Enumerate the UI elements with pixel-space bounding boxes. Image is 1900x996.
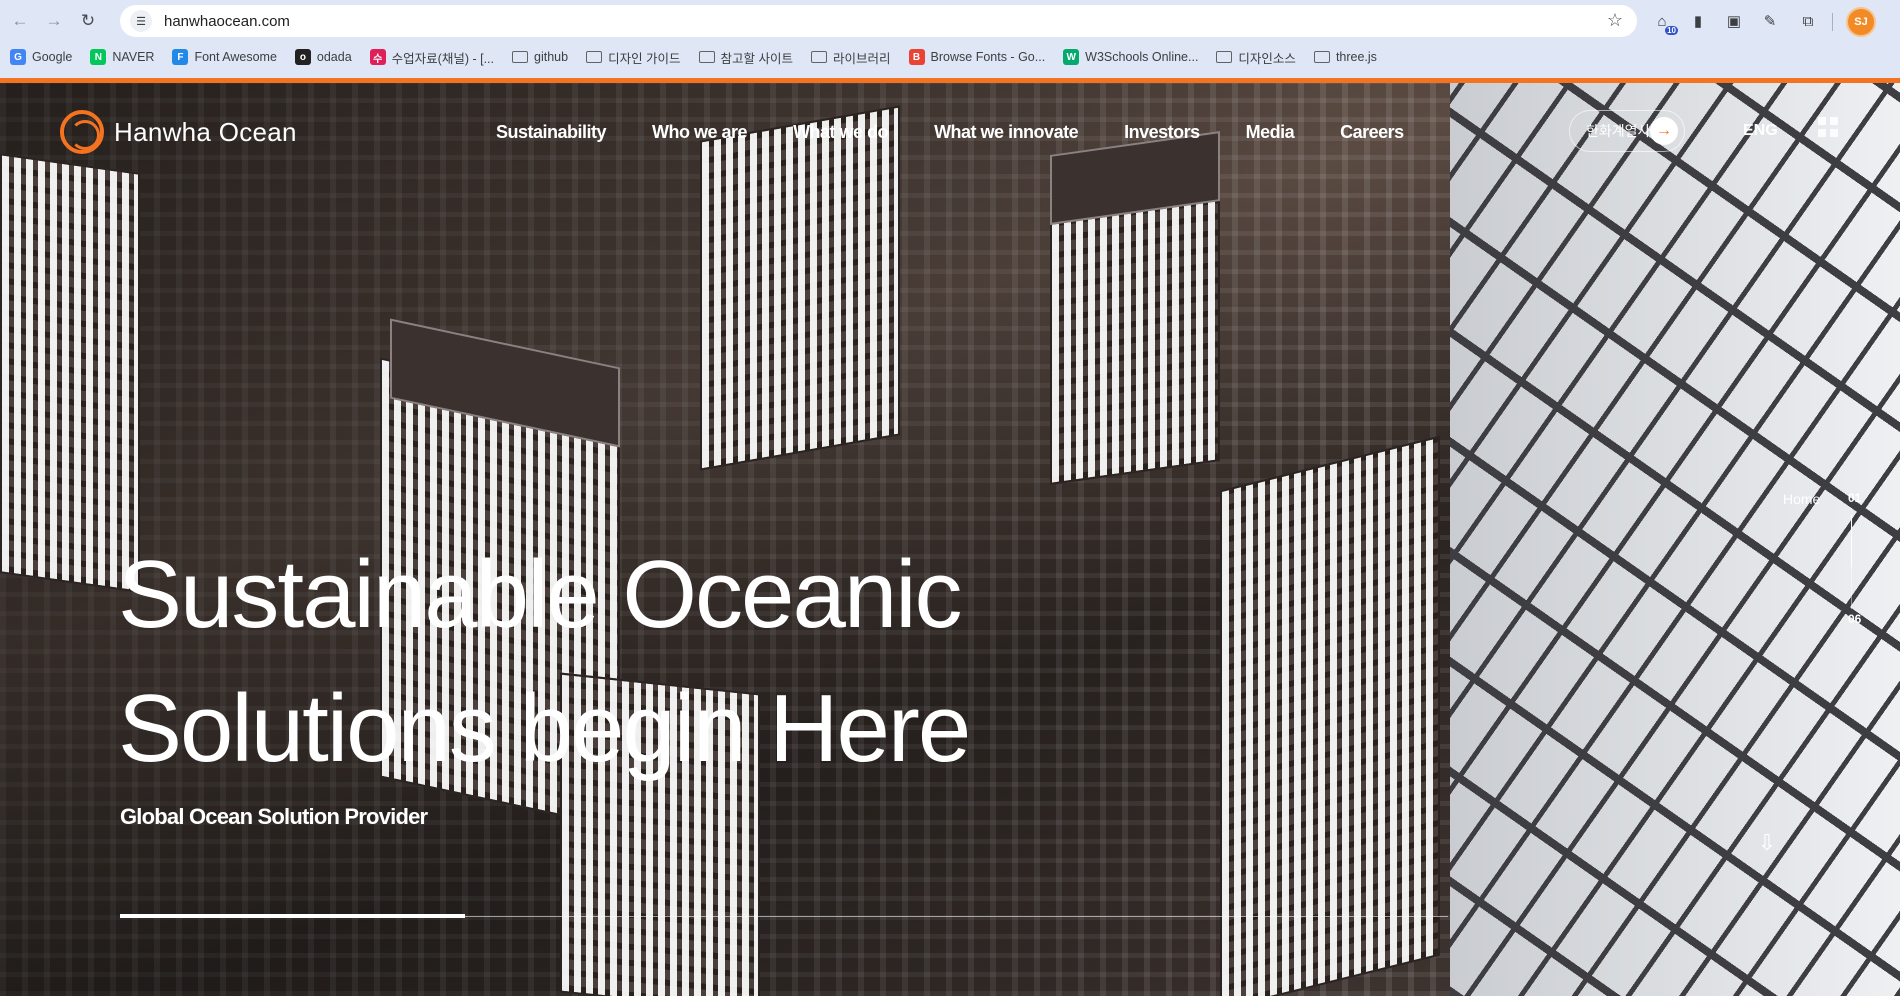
bookmark-item[interactable]: G Google bbox=[10, 49, 72, 65]
w3schools-icon: W bbox=[1063, 49, 1080, 65]
bookmark-item[interactable]: 수 수업자료(채널) - [... bbox=[369, 48, 494, 67]
hero-building-graphic bbox=[700, 105, 900, 471]
odada-icon: o bbox=[294, 49, 311, 65]
hero-building-graphic bbox=[1220, 435, 1440, 996]
affiliates-label: 한화계열사 bbox=[1586, 123, 1651, 139]
arrow-right-icon: → bbox=[1650, 117, 1678, 145]
hero-title-line-1: Sustainable Oceanic bbox=[118, 541, 963, 648]
naver-icon: N bbox=[90, 49, 107, 65]
google-icon: G bbox=[10, 49, 26, 65]
section-pagination-fill bbox=[1851, 515, 1852, 567]
bookmark-item[interactable]: F Font Awesome bbox=[172, 49, 277, 65]
bookmark-item[interactable]: 참고할 사이트 bbox=[698, 48, 794, 67]
extensions-puzzle-icon[interactable]: ⧉ bbox=[1796, 9, 1820, 33]
site-info-icon[interactable]: ☰ bbox=[130, 10, 152, 32]
reload-icon[interactable]: ↻ bbox=[74, 7, 102, 35]
star-icon[interactable]: ☆ bbox=[1607, 10, 1623, 31]
nav-item-what-we-do[interactable]: What we do bbox=[793, 122, 889, 143]
bookmark-item[interactable]: github bbox=[512, 50, 568, 64]
bookmark-item[interactable]: 디자인 가이드 bbox=[586, 48, 681, 67]
bookmark-item[interactable]: three.js bbox=[1313, 50, 1377, 64]
toolbar-divider bbox=[1832, 13, 1833, 31]
google-fonts-icon: B bbox=[908, 49, 925, 65]
hero-slide-progress-fill bbox=[120, 914, 466, 918]
section-pagination-label[interactable]: Home bbox=[1783, 491, 1820, 507]
bookmark-label: 디자인소스 bbox=[1238, 51, 1296, 66]
bookmark-item[interactable]: W W3Schools Online... bbox=[1063, 49, 1198, 65]
site-logo-text: Hanwha Ocean bbox=[114, 116, 297, 147]
bookmarks-bar: G Google N NAVER F Font Awesome o odada 수 수업자료(채널… bbox=[0, 44, 1900, 70]
slack-icon: 수 bbox=[369, 49, 386, 65]
site-logo[interactable]: Hanwha Ocean bbox=[60, 110, 297, 154]
bookmark-item[interactable]: 디자인소스 bbox=[1216, 48, 1296, 67]
back-icon[interactable]: ← bbox=[6, 7, 34, 35]
section-pagination-total: 06 bbox=[1848, 612, 1862, 626]
extension-monitor-icon[interactable]: ▣ bbox=[1722, 9, 1746, 33]
bookmark-label: Browse Fonts - Go... bbox=[930, 50, 1046, 64]
nav-item-what-we-innovate[interactable]: What we innovate bbox=[934, 122, 1079, 143]
section-pagination-current: 01 bbox=[1848, 491, 1862, 505]
affiliates-button[interactable]: 한화계열사 → bbox=[1569, 110, 1685, 152]
folder-icon bbox=[1216, 51, 1233, 63]
bookmark-item[interactable]: N NAVER bbox=[90, 49, 154, 65]
bookmark-label: github bbox=[534, 50, 569, 64]
nav-item-media[interactable]: Media bbox=[1246, 122, 1295, 143]
bookmark-item[interactable]: B Browse Fonts - Go... bbox=[908, 49, 1046, 65]
profile-avatar[interactable]: SJ bbox=[1846, 7, 1876, 37]
folder-icon bbox=[1313, 51, 1330, 63]
bookmark-label: odada bbox=[316, 50, 352, 64]
hero-building-graphic bbox=[0, 153, 140, 593]
bookmark-label: 참고할 사이트 bbox=[720, 51, 794, 66]
bookmark-item[interactable]: o odada bbox=[294, 49, 352, 65]
folder-icon bbox=[811, 51, 828, 63]
hero-section: Hanwha Ocean Sustainability Who we are W… bbox=[0, 83, 1900, 996]
bookmark-label: 디자인 가이드 bbox=[608, 51, 681, 66]
bookmark-label: 수업자료(채널) - [... bbox=[391, 51, 494, 66]
hero-title: Sustainable Oceanic Solutions begin Here bbox=[118, 528, 1118, 796]
nav-item-sustainability[interactable]: Sustainability bbox=[496, 122, 607, 143]
hanwha-logo-icon bbox=[60, 110, 104, 154]
bookmark-item[interactable]: 라이브러리 bbox=[811, 48, 891, 67]
extension-badge-icon[interactable]: ⌂ 10 bbox=[1650, 9, 1678, 35]
extension-picker-icon[interactable]: ✎ bbox=[1758, 9, 1782, 33]
browser-toolbar: ← → ↻ ☰ hanwhaocean.com ☆ ⌂ 10 ▮ ▣ ✎ ⧉ SJ bbox=[0, 0, 1900, 42]
folder-icon bbox=[586, 51, 603, 63]
bookmark-label: W3Schools Online... bbox=[1085, 50, 1199, 64]
url-text[interactable]: hanwhaocean.com bbox=[164, 13, 290, 30]
browser-chrome: ← → ↻ ☰ hanwhaocean.com ☆ ⌂ 10 ▮ ▣ ✎ ⧉ SJ… bbox=[0, 0, 1900, 80]
bookmark-label: three.js bbox=[1335, 50, 1377, 64]
scroll-down-icon[interactable]: ⇩ bbox=[1757, 830, 1777, 856]
font-awesome-icon: F bbox=[172, 49, 189, 65]
main-navigation: Sustainability Who we are What we do Wha… bbox=[496, 122, 1450, 143]
folder-icon bbox=[512, 51, 528, 63]
section-pagination-track bbox=[1851, 515, 1852, 609]
extension-sidebar-icon[interactable]: ▮ bbox=[1686, 9, 1710, 33]
bookmark-label: 라이브러리 bbox=[833, 51, 891, 66]
hero-slide-progress bbox=[120, 914, 1448, 918]
nav-item-investors[interactable]: Investors bbox=[1124, 122, 1200, 143]
bookmark-label: Font Awesome bbox=[194, 50, 277, 64]
extension-badge-count: 10 bbox=[1665, 26, 1678, 35]
nav-item-careers[interactable]: Careers bbox=[1340, 122, 1404, 143]
language-selector[interactable]: ENG bbox=[1743, 122, 1778, 140]
forward-icon[interactable]: → bbox=[40, 7, 68, 35]
bookmark-label: Google bbox=[32, 50, 73, 64]
all-menu-grid-icon[interactable] bbox=[1818, 117, 1838, 137]
nav-item-who-we-are[interactable]: Who we are bbox=[652, 122, 748, 143]
hero-subtitle: Global Ocean Solution Provider bbox=[120, 804, 428, 829]
address-bar[interactable]: ☰ hanwhaocean.com ☆ bbox=[120, 5, 1637, 37]
folder-icon bbox=[698, 51, 715, 63]
bookmark-label: NAVER bbox=[112, 50, 155, 64]
hero-skylight-graphic bbox=[1450, 83, 1900, 996]
hero-title-line-2: Solutions begin Here bbox=[118, 675, 971, 782]
